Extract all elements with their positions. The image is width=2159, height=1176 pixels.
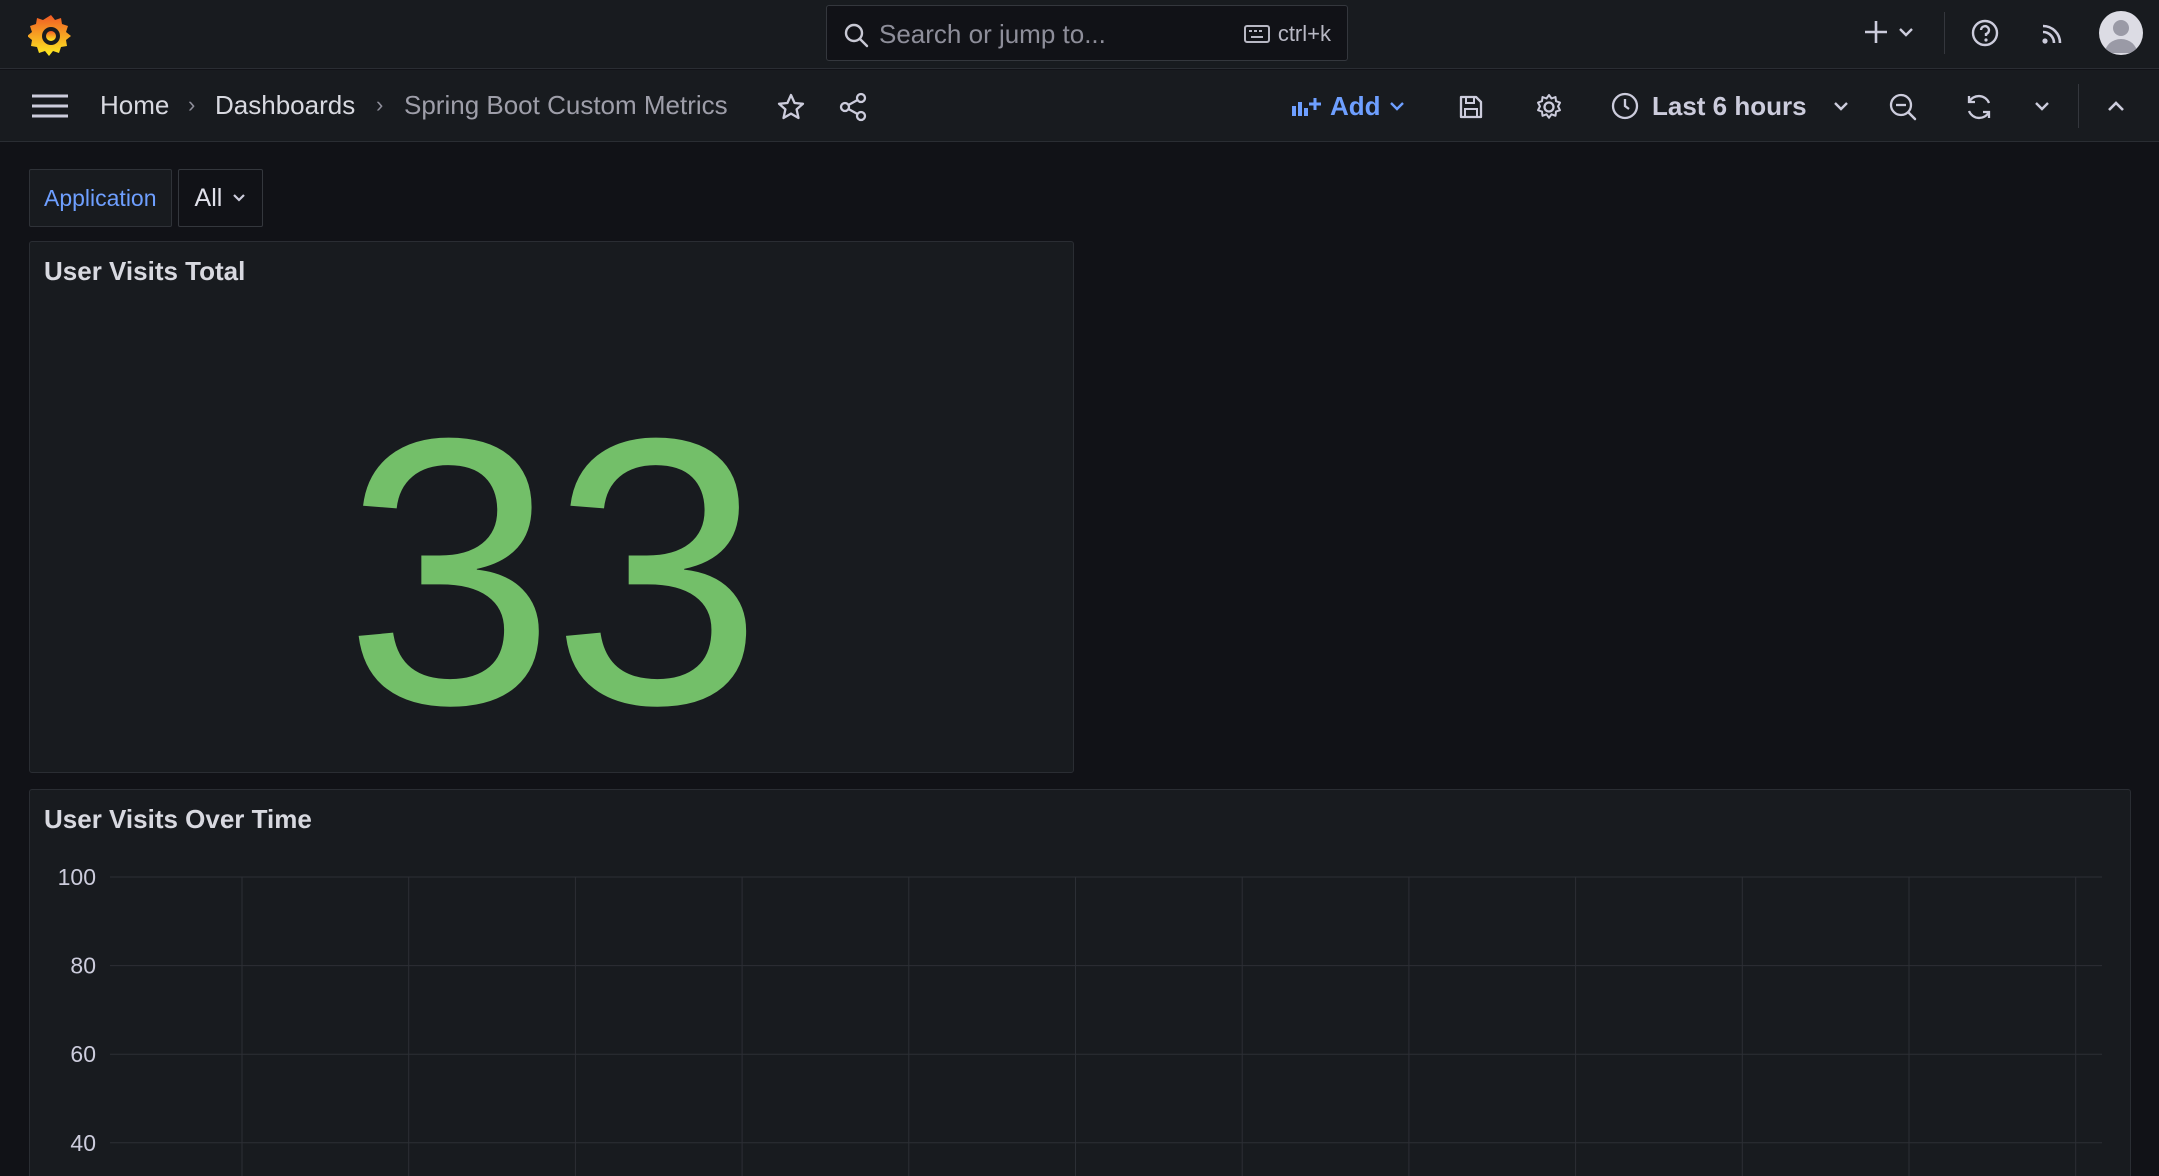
clock-icon — [1611, 92, 1639, 120]
add-panel-icon — [1292, 98, 1321, 116]
add-label: Add — [1330, 90, 1381, 121]
stat-panel[interactable]: User Visits Total 33 — [29, 241, 1074, 773]
chevron-down-icon — [1389, 102, 1404, 111]
search-placeholder: Search or jump to... — [879, 19, 1106, 49]
help-icon[interactable] — [1968, 16, 2002, 50]
chevron-down-icon[interactable] — [2032, 94, 2052, 118]
timeseries-chart: 100 80 60 40 — [58, 864, 2102, 1176]
time-picker-button[interactable]: Last 6 hours — [1610, 86, 1849, 126]
breadcrumb-separator: › — [188, 92, 196, 117]
breadcrumb-dashboards[interactable]: Dashboards — [215, 90, 355, 121]
grafana-logo[interactable] — [28, 12, 74, 58]
chevron-down-icon — [1833, 102, 1848, 111]
shortcut-label: ctrl+k — [1277, 21, 1331, 46]
news-icon[interactable] — [2036, 16, 2070, 50]
share-icon[interactable] — [836, 90, 870, 124]
divider — [1944, 12, 1945, 54]
star-icon[interactable] — [774, 90, 808, 124]
refresh-icon[interactable] — [1962, 90, 1996, 124]
nav-bar: Home › Dashboards › Spring Boot Custom M… — [0, 70, 2159, 142]
chevron-up-icon[interactable] — [2104, 94, 2128, 118]
variable-select-application[interactable]: All — [177, 169, 264, 227]
divider — [2078, 84, 2079, 128]
settings-gear-icon[interactable] — [1532, 90, 1566, 124]
y-tick-label: 100 — [58, 864, 96, 890]
search-icon — [844, 23, 869, 48]
chevron-down-icon — [233, 194, 246, 202]
y-tick-label: 80 — [70, 953, 96, 979]
variable-label-application: Application — [29, 169, 172, 227]
search-box[interactable]: Search or jump to... ctrl+k — [826, 5, 1348, 61]
timeseries-panel[interactable]: User Visits Over Time 100 80 60 40 — [29, 789, 2131, 1176]
zoom-out-icon[interactable] — [1886, 90, 1920, 124]
stat-value: 33 — [344, 359, 763, 784]
menu-icon[interactable] — [30, 90, 70, 122]
variable-value: All — [194, 183, 223, 212]
y-tick-label: 60 — [70, 1041, 96, 1067]
breadcrumb-current: Spring Boot Custom Metrics — [404, 90, 728, 120]
add-button[interactable]: Add — [1290, 86, 1405, 126]
search-shortcut: ctrl+k — [1243, 21, 1331, 47]
top-bar: Search or jump to... ctrl+k — [0, 0, 2159, 69]
keyboard-icon — [1243, 25, 1270, 43]
breadcrumb-separator: › — [376, 92, 384, 117]
panel-title[interactable]: User Visits Total — [44, 256, 245, 287]
variables-bar: Application All — [29, 169, 264, 227]
save-icon[interactable] — [1454, 90, 1488, 124]
chevron-down-icon[interactable] — [1896, 20, 1916, 44]
breadcrumb-home[interactable]: Home — [100, 90, 169, 121]
time-range-label: Last 6 hours — [1652, 90, 1807, 121]
avatar[interactable] — [2099, 11, 2143, 55]
y-tick-label: 40 — [70, 1130, 96, 1156]
plus-icon[interactable] — [1860, 16, 1892, 48]
